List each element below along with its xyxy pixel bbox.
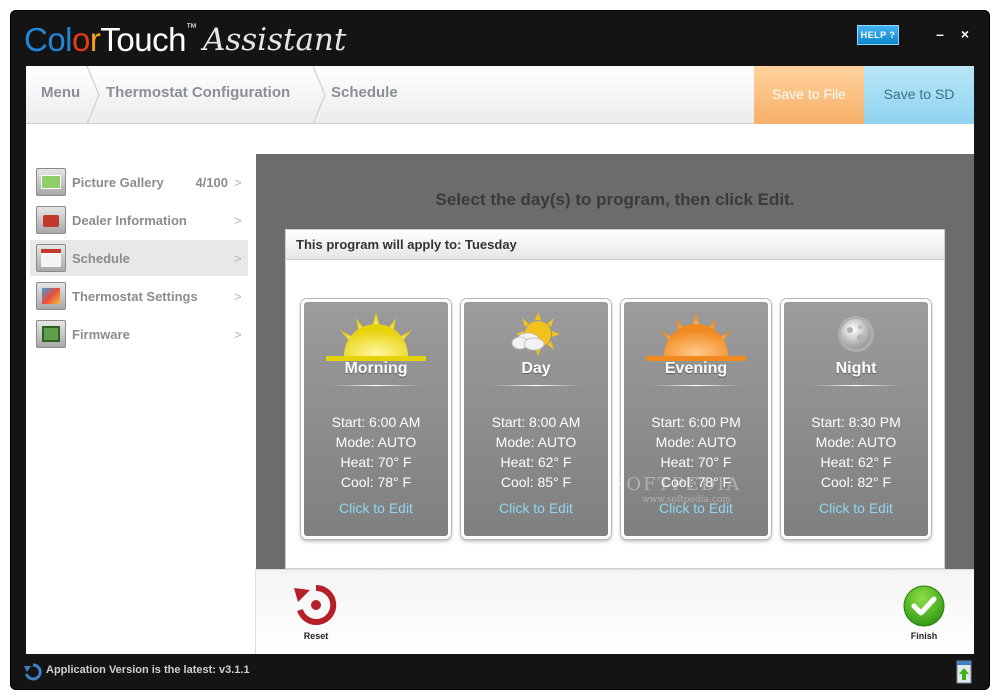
click-to-edit-link[interactable]: Click to Edit — [464, 500, 608, 516]
card-title: Evening — [664, 360, 728, 377]
program-panel: This program will apply to: Tuesday Morn… — [285, 229, 945, 569]
period-card-night[interactable]: Night Start: 8:30 PM Mode: AUTO Heat: 62… — [781, 299, 931, 539]
dealer-info-icon — [36, 206, 66, 234]
version-status: Application Version is the latest: v3.1.… — [46, 664, 250, 676]
logo-brand-r: r — [89, 21, 101, 58]
reset-icon — [294, 584, 337, 625]
finish-button[interactable]: Finish — [894, 584, 954, 644]
save-to-sd-button[interactable]: Save to SD — [864, 66, 974, 124]
sidebar-item-label: Dealer Information — [72, 212, 187, 228]
moon-icon — [838, 316, 874, 352]
card-start: Start: 8:00 AM — [491, 414, 581, 430]
logo-brand-col: Col — [24, 21, 73, 58]
card-divider — [652, 385, 740, 386]
update-icon — [24, 663, 42, 681]
card-mode: Mode: AUTO — [335, 434, 417, 450]
schedule-main: Select the day(s) to program, then click… — [256, 154, 974, 569]
sidebar-item-label: Schedule — [72, 250, 130, 266]
card-start: Start: 8:30 PM — [811, 414, 901, 430]
app-logo: ColorTouch ™ Assistant — [24, 16, 346, 60]
sunset-icon — [646, 312, 746, 361]
card-divider — [812, 385, 900, 386]
logo-brand-touch: Touch — [100, 21, 186, 58]
breadcrumb-thermostat-configuration[interactable]: Thermostat Configuration — [106, 66, 290, 124]
click-to-edit-link[interactable]: Click to Edit — [784, 500, 928, 516]
card-start: Start: 6:00 PM — [651, 414, 741, 430]
title-bar: ColorTouch ™ Assistant HELP ? – × — [10, 10, 990, 66]
minimize-button[interactable]: – — [931, 24, 949, 44]
sidebar-item-schedule[interactable]: Schedule > — [30, 240, 248, 276]
content-frame: Menu Thermostat Configuration Schedule S… — [26, 65, 974, 654]
reset-button[interactable]: Reset — [286, 584, 346, 644]
chevron-right-icon: > — [234, 288, 242, 304]
picture-gallery-icon — [36, 168, 66, 196]
thermostat-settings-icon — [36, 282, 66, 310]
sidebar-item-dealer-information[interactable]: Dealer Information > — [30, 202, 248, 238]
close-button[interactable]: × — [956, 24, 974, 44]
panel-title: This program will apply to: Tuesday — [286, 230, 944, 260]
period-card-day[interactable]: Day Start: 8:00 AM Mode: AUTO Heat: 62° … — [461, 299, 611, 539]
chevron-right-icon: > — [234, 326, 242, 342]
logo-subtitle: Assistant — [202, 22, 347, 58]
logo-brand: ColorTouch — [24, 20, 186, 60]
period-card-morning[interactable]: Morning Start: 6:00 AM Mode: AUTO Heat: … — [301, 299, 451, 539]
chevron-right-icon: > — [234, 174, 242, 190]
card-heat: Heat: 62° F — [500, 454, 572, 470]
schedule-icon — [36, 244, 66, 272]
sidebar-item-label: Thermostat Settings — [72, 288, 198, 304]
card-mode: Mode: AUTO — [815, 434, 897, 450]
reset-label: Reset — [303, 631, 329, 641]
card-cool: Cool: 78° F — [340, 474, 412, 490]
chevron-right-icon: > — [234, 212, 242, 228]
card-divider — [492, 385, 580, 386]
card-mode: Mode: AUTO — [655, 434, 737, 450]
help-button[interactable]: HELP ? — [857, 25, 899, 45]
card-cool: Cool: 85° F — [500, 474, 572, 490]
finish-label: Finish — [910, 631, 938, 641]
logo-trademark: ™ — [185, 22, 197, 34]
breadcrumb: Menu Thermostat Configuration Schedule S… — [26, 65, 974, 125]
sidebar-item-label: Picture Gallery — [72, 174, 164, 190]
card-heat: Heat: 70° F — [340, 454, 412, 470]
card-title: Night — [835, 360, 877, 377]
chevron-right-icon: > — [234, 250, 242, 266]
card-mode: Mode: AUTO — [495, 434, 577, 450]
checkmark-icon — [903, 585, 945, 627]
sidebar-item-thermostat-settings[interactable]: Thermostat Settings > — [30, 278, 248, 314]
sidebar-footer — [26, 569, 256, 654]
bottom-toolbar: Reset Finish — [256, 569, 974, 654]
sidebar-item-label: Firmware — [72, 326, 130, 342]
sidebar-item-firmware[interactable]: Firmware > — [30, 316, 248, 352]
card-cool: Cool: 78° F — [660, 474, 732, 490]
sd-card-icon[interactable] — [956, 660, 972, 684]
click-to-edit-link[interactable]: Click to Edit — [304, 500, 448, 516]
period-card-evening[interactable]: Evening Start: 6:00 PM Mode: AUTO Heat: … — [621, 299, 771, 539]
sun-cloud-icon — [511, 312, 560, 356]
click-to-edit-link[interactable]: Click to Edit — [624, 500, 768, 516]
status-bar: Application Version is the latest: v3.1.… — [10, 656, 990, 690]
picture-count: 4/100 — [195, 174, 228, 190]
firmware-icon — [36, 320, 66, 348]
instruction-text: Select the day(s) to program, then click… — [435, 190, 795, 209]
card-title: Day — [521, 360, 551, 377]
app-window: ColorTouch ™ Assistant HELP ? – × Menu The… — [10, 10, 990, 690]
card-cool: Cool: 82° F — [820, 474, 892, 490]
card-heat: Heat: 70° F — [660, 454, 732, 470]
card-title: Morning — [344, 360, 408, 377]
sidebar-item-picture-gallery[interactable]: Picture Gallery 4/100 > — [30, 164, 248, 200]
breadcrumb-separator-icon — [312, 65, 326, 125]
breadcrumb-separator-icon — [86, 65, 100, 125]
logo-brand-o: o — [72, 21, 90, 58]
sunrise-icon — [326, 312, 426, 361]
card-divider — [332, 385, 420, 386]
card-start: Start: 6:00 AM — [331, 414, 421, 430]
card-heat: Heat: 62° F — [820, 454, 892, 470]
breadcrumb-menu[interactable]: Menu — [41, 66, 80, 124]
breadcrumb-schedule[interactable]: Schedule — [331, 66, 398, 124]
save-to-file-button[interactable]: Save to File — [754, 66, 864, 124]
